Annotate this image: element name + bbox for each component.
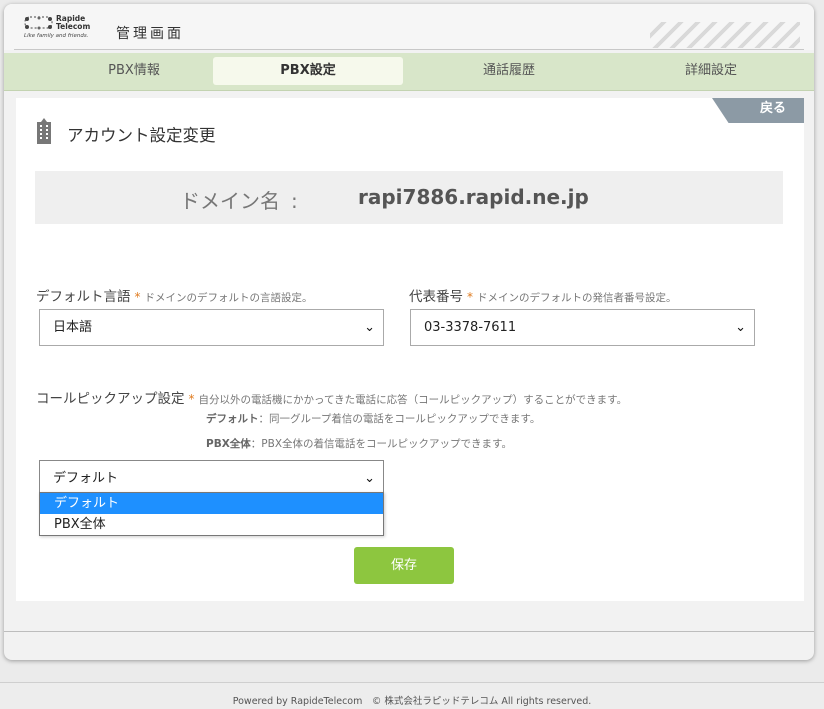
main-number-select[interactable]: 03-3378-7611 ⌄ bbox=[410, 309, 755, 346]
pickup-desc-default-text: ：同一グループ着信の電話をコールピックアップできます。 bbox=[258, 413, 541, 425]
tab-pbx-settings[interactable]: PBX設定 bbox=[213, 57, 403, 85]
pickup-field-label: コールピックアップ設定 * 自分以外の電話機にかかってきた電話に応答（コールピックア… bbox=[36, 387, 627, 407]
logo-tagline: Like family and friends. bbox=[24, 33, 89, 39]
page-title: アカウント設定変更 bbox=[67, 126, 216, 145]
header-decoration bbox=[650, 22, 800, 48]
required-mark: * bbox=[467, 290, 473, 304]
chevron-down-icon: ⌄ bbox=[364, 320, 375, 335]
domain-label: ドメイン名 bbox=[180, 189, 280, 213]
pickup-descriptions: デフォルト：同一グループ着信の電話をコールピックアップできます。 PBX全体：P… bbox=[206, 407, 540, 457]
back-button[interactable]: 戻る bbox=[712, 98, 804, 123]
pickup-desc-pbx-text: ：PBX全体の着信電話をコールピックアップできます。 bbox=[250, 438, 512, 450]
domain-colon: : bbox=[291, 189, 298, 213]
tab-call-history[interactable]: 通話履歴 bbox=[414, 57, 604, 85]
pickup-desc-pbx-term: PBX全体 bbox=[206, 438, 251, 450]
tab-bar: PBX情報 PBX設定 通話履歴 詳細設定 bbox=[4, 53, 814, 91]
main-number-field-label: 代表番号 * ドメインのデフォルトの発信者番号設定。 bbox=[409, 285, 677, 305]
pickup-label: コールピックアップ設定 bbox=[36, 391, 185, 407]
language-select-value: 日本語 bbox=[53, 320, 93, 335]
language-hint: ドメインのデフォルトの言語設定。 bbox=[144, 292, 313, 304]
header: Rapide Telecom Like family and friends. … bbox=[4, 4, 814, 50]
logo-graphic bbox=[24, 16, 53, 30]
language-label: デフォルト言語 bbox=[36, 289, 131, 305]
rapide-logo-icon: Rapide Telecom Like family and friends. bbox=[22, 14, 106, 42]
required-mark: * bbox=[188, 392, 195, 406]
app-title: 管理画面 bbox=[116, 26, 184, 42]
language-field-label: デフォルト言語 * ドメインのデフォルトの言語設定。 bbox=[36, 285, 313, 305]
pickup-desc-default-term: デフォルト bbox=[206, 413, 259, 425]
copyright-text: Powered by RapideTelecom © 株式会社ラピッドテレコム … bbox=[232, 696, 592, 707]
dropdown-option-default[interactable]: デフォルト bbox=[40, 493, 383, 514]
pickup-desc-pbx: PBX全体：PBX全体の着信電話をコールピックアップできます。 bbox=[206, 432, 540, 457]
domain-box: ドメイン名 : rapi7886.rapid.ne.jp bbox=[35, 171, 783, 224]
pickup-dropdown-list: デフォルト PBX全体 bbox=[39, 492, 384, 536]
language-select[interactable]: 日本語 ⌄ bbox=[39, 309, 384, 346]
dropdown-option-pbx-all[interactable]: PBX全体 bbox=[40, 514, 383, 535]
pickup-select-value: デフォルト bbox=[53, 471, 119, 486]
main-number-label: 代表番号 bbox=[409, 289, 463, 305]
chevron-down-icon: ⌄ bbox=[735, 320, 746, 335]
tab-advanced-settings[interactable]: 詳細設定 bbox=[616, 57, 806, 85]
main-number-hint: ドメインのデフォルトの発信者番号設定。 bbox=[477, 292, 677, 304]
app-window: Rapide Telecom Like family and friends. … bbox=[4, 4, 814, 660]
main-number-select-value: 03-3378-7611 bbox=[424, 320, 517, 335]
pickup-hint: 自分以外の電話機にかかってきた電話に応答（コールピックアップ）することができます… bbox=[198, 394, 628, 406]
frame-footer-divider bbox=[4, 631, 814, 632]
header-divider bbox=[14, 49, 804, 50]
main-content: 戻る アカウント設定変更 ドメイン名 : rapi7886.rapid.ne.j… bbox=[16, 98, 804, 601]
page-footer: Powered by RapideTelecom © 株式会社ラピッドテレコム … bbox=[0, 682, 824, 709]
save-button[interactable]: 保存 bbox=[354, 547, 454, 584]
building-icon bbox=[37, 118, 51, 144]
tab-pbx-info[interactable]: PBX情報 bbox=[39, 57, 229, 85]
chevron-down-icon: ⌄ bbox=[364, 471, 375, 486]
domain-value: rapi7886.rapid.ne.jp bbox=[358, 185, 589, 209]
required-mark: * bbox=[134, 290, 141, 304]
logo-name-line2: Telecom bbox=[56, 22, 91, 31]
logo-name: Rapide Telecom bbox=[56, 15, 90, 31]
pickup-desc-default: デフォルト：同一グループ着信の電話をコールピックアップできます。 bbox=[206, 407, 540, 432]
